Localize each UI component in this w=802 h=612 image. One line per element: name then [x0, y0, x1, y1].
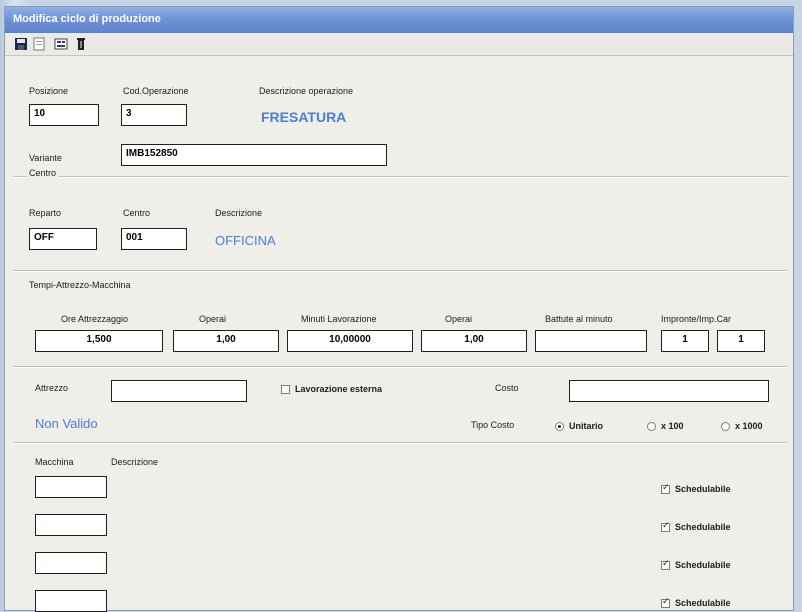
- posizione-label: Posizione: [29, 86, 69, 96]
- operai-label-2: Operai: [445, 314, 473, 324]
- centro-descrizione-value: OFFICINA: [215, 233, 276, 248]
- reparto-label: Reparto: [29, 208, 62, 218]
- costo-field[interactable]: [569, 380, 769, 402]
- edit-production-cycle-window: Modifica ciclo di produzione Posizione C…: [4, 6, 794, 612]
- impronte-label: Impronte/Imp.Car: [661, 314, 732, 324]
- ore-attrezzaggio-field[interactable]: 1,500: [35, 330, 163, 352]
- centro-group-title: Centro: [27, 168, 59, 178]
- centro-field[interactable]: 001: [121, 228, 187, 250]
- operai-label-1: Operai: [199, 314, 227, 324]
- toolbar: [5, 33, 793, 56]
- macchina-descrizione-label: Descrizione: [111, 457, 159, 467]
- minuti-lavorazione-label: Minuti Lavorazione: [301, 314, 377, 324]
- operai-field-2[interactable]: 1,00: [421, 330, 527, 352]
- operai-field-1[interactable]: 1,00: [173, 330, 279, 352]
- tempi-group-title: Tempi-Attrezzo-Macchina: [27, 280, 133, 290]
- macchina-field-4[interactable]: [35, 590, 107, 612]
- macchina-field-1[interactable]: [35, 476, 107, 498]
- form-content: Posizione Cod.Operazione Descrizione ope…: [5, 56, 793, 612]
- reparto-field[interactable]: OFF: [29, 228, 97, 250]
- centro-descrizione-label: Descrizione: [215, 208, 263, 218]
- schedulabile-label-2: Schedulabile: [675, 522, 731, 532]
- attrezzo-divider: [13, 366, 788, 368]
- cod-operazione-field[interactable]: 3: [121, 104, 187, 126]
- delete-icon[interactable]: [73, 36, 89, 52]
- lavorazione-esterna-checkbox[interactable]: [281, 385, 290, 394]
- tipo-costo-x100-label: x 100: [661, 421, 684, 431]
- schedulabile-checkbox-1[interactable]: [661, 483, 670, 494]
- schedulabile-checkbox-2[interactable]: [661, 521, 670, 532]
- impronte-field[interactable]: 1: [661, 330, 709, 352]
- tipo-costo-unitario-label: Unitario: [569, 421, 604, 431]
- new-icon[interactable]: [31, 36, 47, 52]
- schedulabile-checkbox-3[interactable]: [661, 559, 670, 570]
- schedulabile-label-1: Schedulabile: [675, 484, 731, 494]
- battute-field[interactable]: [535, 330, 647, 352]
- variante-label: Variante: [29, 153, 62, 163]
- variante-field[interactable]: IMB152850: [121, 144, 387, 166]
- tipo-costo-unitario-radio[interactable]: [555, 422, 564, 431]
- macchina-label: Macchina: [35, 457, 74, 467]
- minuti-lavorazione-field[interactable]: 10,00000: [287, 330, 413, 352]
- impronte-car-field[interactable]: 1: [717, 330, 765, 352]
- centro-divider: [13, 176, 788, 178]
- tempi-top-divider: [13, 270, 788, 272]
- descrizione-operazione-value: FRESATURA: [261, 109, 347, 125]
- window-title: Modifica ciclo di produzione: [13, 13, 161, 25]
- tipo-costo-x1000-radio[interactable]: [721, 422, 730, 431]
- tipo-costo-label: Tipo Costo: [471, 420, 515, 430]
- tipo-costo-x100-radio[interactable]: [647, 422, 656, 431]
- title-bar[interactable]: Modifica ciclo di produzione: [5, 7, 793, 33]
- posizione-field[interactable]: 10: [29, 104, 99, 126]
- cod-operazione-label: Cod.Operazione: [123, 86, 189, 96]
- save-icon[interactable]: [13, 36, 29, 52]
- lavorazione-esterna-label: Lavorazione esterna: [295, 384, 383, 394]
- costo-label: Costo: [495, 383, 519, 393]
- ore-attrezzaggio-label: Ore Attrezzaggio: [61, 314, 129, 324]
- attrezzo-field[interactable]: [111, 380, 247, 402]
- properties-icon[interactable]: [53, 36, 69, 52]
- descrizione-operazione-label: Descrizione operazione: [259, 86, 354, 96]
- battute-label: Battute al minuto: [545, 314, 613, 324]
- schedulabile-label-4: Schedulabile: [675, 598, 731, 608]
- centro-label: Centro: [123, 208, 151, 218]
- attrezzo-label: Attrezzo: [35, 383, 69, 393]
- attrezzo-status: Non Valido: [35, 416, 98, 431]
- schedulabile-checkbox-4[interactable]: [661, 597, 670, 608]
- macchine-divider: [13, 442, 788, 444]
- schedulabile-label-3: Schedulabile: [675, 560, 731, 570]
- macchina-field-3[interactable]: [35, 552, 107, 574]
- tipo-costo-x1000-label: x 1000: [735, 421, 763, 431]
- macchina-field-2[interactable]: [35, 514, 107, 536]
